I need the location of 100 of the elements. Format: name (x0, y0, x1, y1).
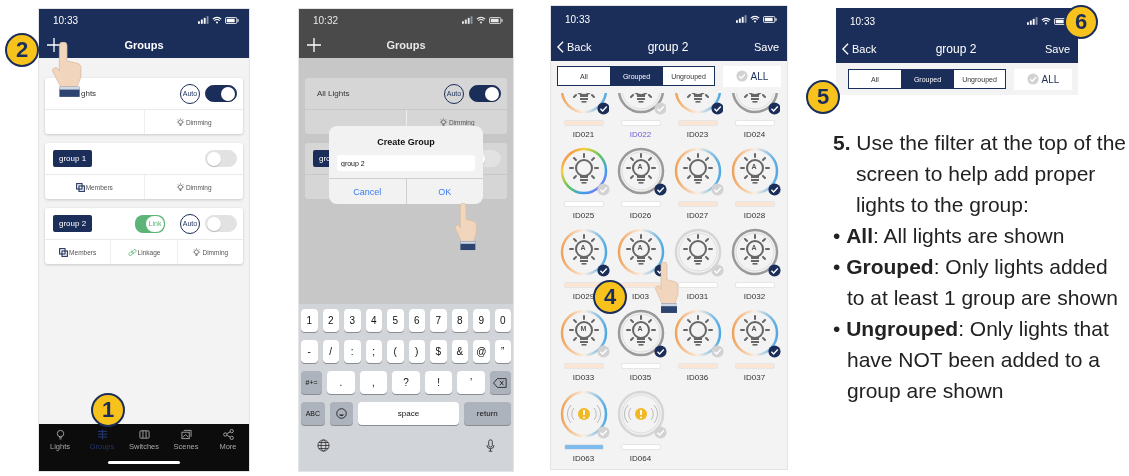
check-circle-icon[interactable] (767, 264, 781, 277)
keyboard-key[interactable]: 7 (430, 309, 447, 332)
back-button[interactable]: Back (557, 40, 592, 53)
light-bulb-icon[interactable] (558, 146, 609, 196)
save-button[interactable]: Save (1044, 42, 1070, 55)
keyboard-key[interactable]: . (327, 371, 355, 394)
step-number: 6 (1064, 5, 1098, 39)
light-bulb-icon[interactable] (615, 308, 666, 358)
signal-icon (736, 15, 747, 23)
light-id: ID026 (629, 211, 652, 220)
bullet-text: • All: All lights are shown (833, 223, 1066, 249)
share-icon (222, 429, 234, 440)
toggle-switch[interactable] (205, 85, 237, 102)
check-circle-icon[interactable] (710, 183, 724, 196)
bullet-text: • Grouped: Only lights added to at least 1 group are shown (833, 254, 1119, 311)
keyboard-key[interactable]: 9 (473, 309, 490, 332)
bulb-icon (192, 247, 202, 257)
check-circle-icon[interactable] (596, 102, 609, 115)
light-id: ID064 (629, 454, 652, 463)
keyboard-key[interactable]: ” (494, 340, 511, 363)
keyboard-key[interactable]: ! (424, 371, 453, 394)
space-key[interactable]: space (358, 402, 459, 425)
status-time: 10:33 (565, 13, 592, 25)
signal-icon (1027, 17, 1038, 25)
keyboard-key[interactable]: ; (365, 340, 382, 363)
keyboard-key[interactable]: 5 (387, 309, 404, 332)
light-id: ID032 (743, 292, 766, 301)
return-key[interactable]: return (463, 402, 511, 425)
check-circle-icon[interactable] (596, 183, 610, 196)
check-circle-icon[interactable] (596, 345, 610, 358)
toggle-switch[interactable] (469, 85, 501, 102)
plus-icon[interactable] (307, 37, 321, 52)
group-tag[interactable]: group 2 (53, 215, 93, 232)
check-circle-icon[interactable] (710, 264, 724, 277)
keyboard-key[interactable]: 8 (451, 309, 468, 332)
bulb-icon (438, 117, 448, 127)
light-bulb-icon[interactable] (558, 227, 609, 277)
select-all-button[interactable]: ALL (723, 65, 781, 87)
keyboard-key[interactable]: ) (408, 340, 425, 363)
keyboard-key[interactable]: 6 (408, 309, 425, 332)
check-circle-icon[interactable] (767, 183, 781, 196)
microphone-icon[interactable] (486, 439, 495, 452)
group-tag[interactable]: group 1 (53, 150, 93, 167)
keyboard-key[interactable]: / (322, 340, 339, 363)
light-bulb-icon[interactable] (729, 308, 780, 358)
keyboard-key[interactable]: , (359, 371, 388, 394)
check-circle-icon[interactable] (653, 345, 667, 358)
backspace-key[interactable] (489, 371, 511, 394)
switch-panel-icon (138, 429, 150, 440)
check-circle-icon[interactable] (596, 264, 610, 277)
light-bulb-icon[interactable] (672, 146, 723, 196)
check-circle-icon[interactable] (653, 102, 666, 115)
check-circle-icon[interactable] (653, 426, 667, 439)
light-bulb-icon[interactable] (615, 227, 666, 277)
bulb-icon (54, 429, 66, 440)
light-bulb-icon[interactable] (558, 308, 609, 358)
group-name: All Lights (316, 89, 350, 98)
keyboard-key[interactable]: ? (392, 371, 420, 394)
check-circle-icon[interactable] (767, 345, 781, 358)
keyboard-key[interactable]: 3 (344, 309, 361, 332)
globe-icon[interactable] (317, 439, 330, 452)
light-bulb-icon[interactable] (615, 146, 666, 196)
dialog-title: Create Group (376, 136, 436, 149)
keyboard-key[interactable]: 1 (301, 309, 318, 332)
light-bulb-icon[interactable] (672, 227, 723, 277)
light-bulb-icon[interactable] (729, 227, 780, 277)
check-circle-icon[interactable] (596, 426, 610, 439)
plus-icon[interactable] (47, 37, 61, 52)
dialog-button[interactable]: Cancel (329, 179, 406, 204)
keyboard-key[interactable]: 4 (365, 309, 382, 332)
wifi-icon (476, 16, 486, 24)
keyboard-key[interactable]: - (301, 340, 318, 363)
screen-title: group 2 (935, 41, 977, 56)
light-id: ID022 (629, 130, 652, 139)
light-bulb-icon[interactable] (729, 146, 780, 196)
home-indicator (108, 461, 180, 464)
back-button[interactable]: Back (842, 42, 877, 55)
keyboard-key[interactable]: 0 (494, 309, 511, 332)
light-id: ID063 (572, 454, 595, 463)
smiley-icon (336, 408, 348, 419)
keyboard-key[interactable]: ( (387, 340, 404, 363)
light-bulb-icon[interactable] (672, 308, 723, 358)
light-id: ID024 (743, 130, 766, 139)
select-all-button[interactable]: ALL (1014, 68, 1072, 90)
backspace-icon (493, 377, 508, 388)
step-number: 2 (5, 33, 39, 67)
signal-icon (198, 16, 209, 24)
check-circle-icon[interactable] (767, 102, 780, 115)
check-circle-icon[interactable] (710, 102, 723, 115)
check-circle-icon[interactable] (710, 345, 724, 358)
grid-icon (96, 429, 108, 440)
keyboard-key[interactable]: 2 (322, 309, 339, 332)
keyboard-key[interactable]: @ (473, 340, 490, 363)
emoji-key[interactable] (329, 402, 354, 425)
keyboard-key[interactable]: ’ (457, 371, 485, 394)
save-button[interactable]: Save (753, 40, 779, 53)
keyboard-key[interactable]: & (451, 340, 468, 363)
keyboard-key[interactable]: : (344, 340, 361, 363)
keyboard-key[interactable]: $ (430, 340, 447, 363)
check-circle-icon[interactable] (653, 183, 667, 196)
